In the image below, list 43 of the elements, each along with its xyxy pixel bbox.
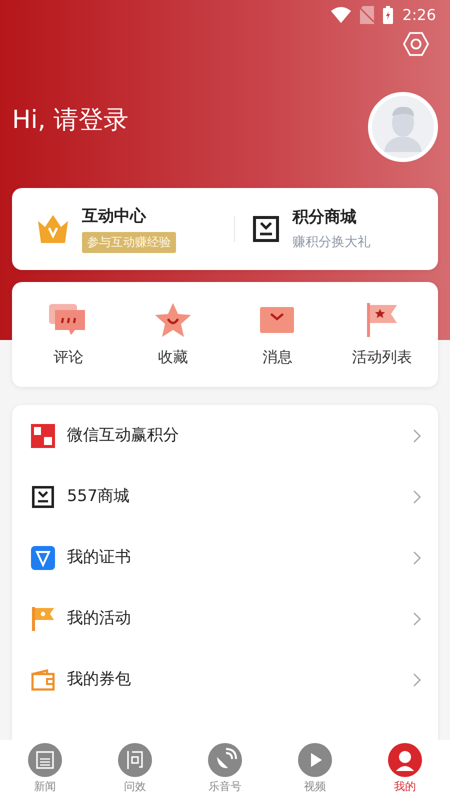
menu-item[interactable]: 微信互动赢积分 [12, 405, 438, 466]
shortcut-label[interactable]: 消息 [262, 348, 292, 367]
crown-icon [38, 215, 68, 243]
battery-icon [383, 6, 394, 24]
speech-bubble-icon [118, 743, 152, 777]
tab[interactable]: 视频 [280, 743, 350, 794]
flag-icon [31, 606, 55, 630]
person-icon [388, 743, 422, 777]
menu-item[interactable]: 557商城 [12, 466, 438, 527]
play-icon [298, 743, 332, 777]
chevron-icon [413, 672, 421, 686]
card-title[interactable]: 互动中心 [82, 206, 146, 226]
login-prompt[interactable]: Hi, 请登录 [12, 102, 129, 136]
tab[interactable]: 新闻 [10, 743, 80, 794]
chevron-icon [413, 550, 421, 564]
shop-icon [252, 216, 278, 242]
menu-item[interactable]: 我的券包 [12, 649, 438, 710]
tab[interactable]: 乐音号 [190, 743, 260, 794]
card-title[interactable]: 积分商城 [292, 207, 356, 228]
experience-badge: 参与互动赚经验 [82, 232, 176, 252]
chevron-icon [413, 490, 421, 504]
card-subtitle: 赚积分换大礼 [292, 234, 370, 251]
no-sim-icon [360, 6, 374, 24]
wifi-icon [331, 7, 352, 23]
wallet-icon [31, 668, 55, 690]
menu-item[interactable]: 我的证书 [12, 527, 438, 588]
menu-item[interactable]: 我的活动 [12, 588, 438, 649]
settings-icon[interactable] [402, 30, 430, 58]
certificate-icon [31, 546, 55, 570]
tab[interactable]: 问效 [100, 743, 170, 794]
shortcut-label[interactable]: 评论 [53, 348, 84, 367]
shortcut-label[interactable]: 收藏 [158, 348, 188, 367]
flag-icon[interactable] [366, 302, 397, 338]
shortcut-label[interactable]: 活动列表 [352, 348, 412, 367]
star-icon[interactable] [154, 302, 191, 338]
newspaper-icon [28, 743, 62, 777]
status-time: 2:26 [402, 6, 436, 24]
chevron-icon [413, 612, 421, 626]
shop-icon [31, 486, 55, 508]
chevron-icon [413, 428, 421, 442]
points-badge-icon [31, 424, 55, 448]
tab[interactable]: 我的 [370, 743, 440, 794]
satellite-dish-icon [208, 743, 242, 777]
